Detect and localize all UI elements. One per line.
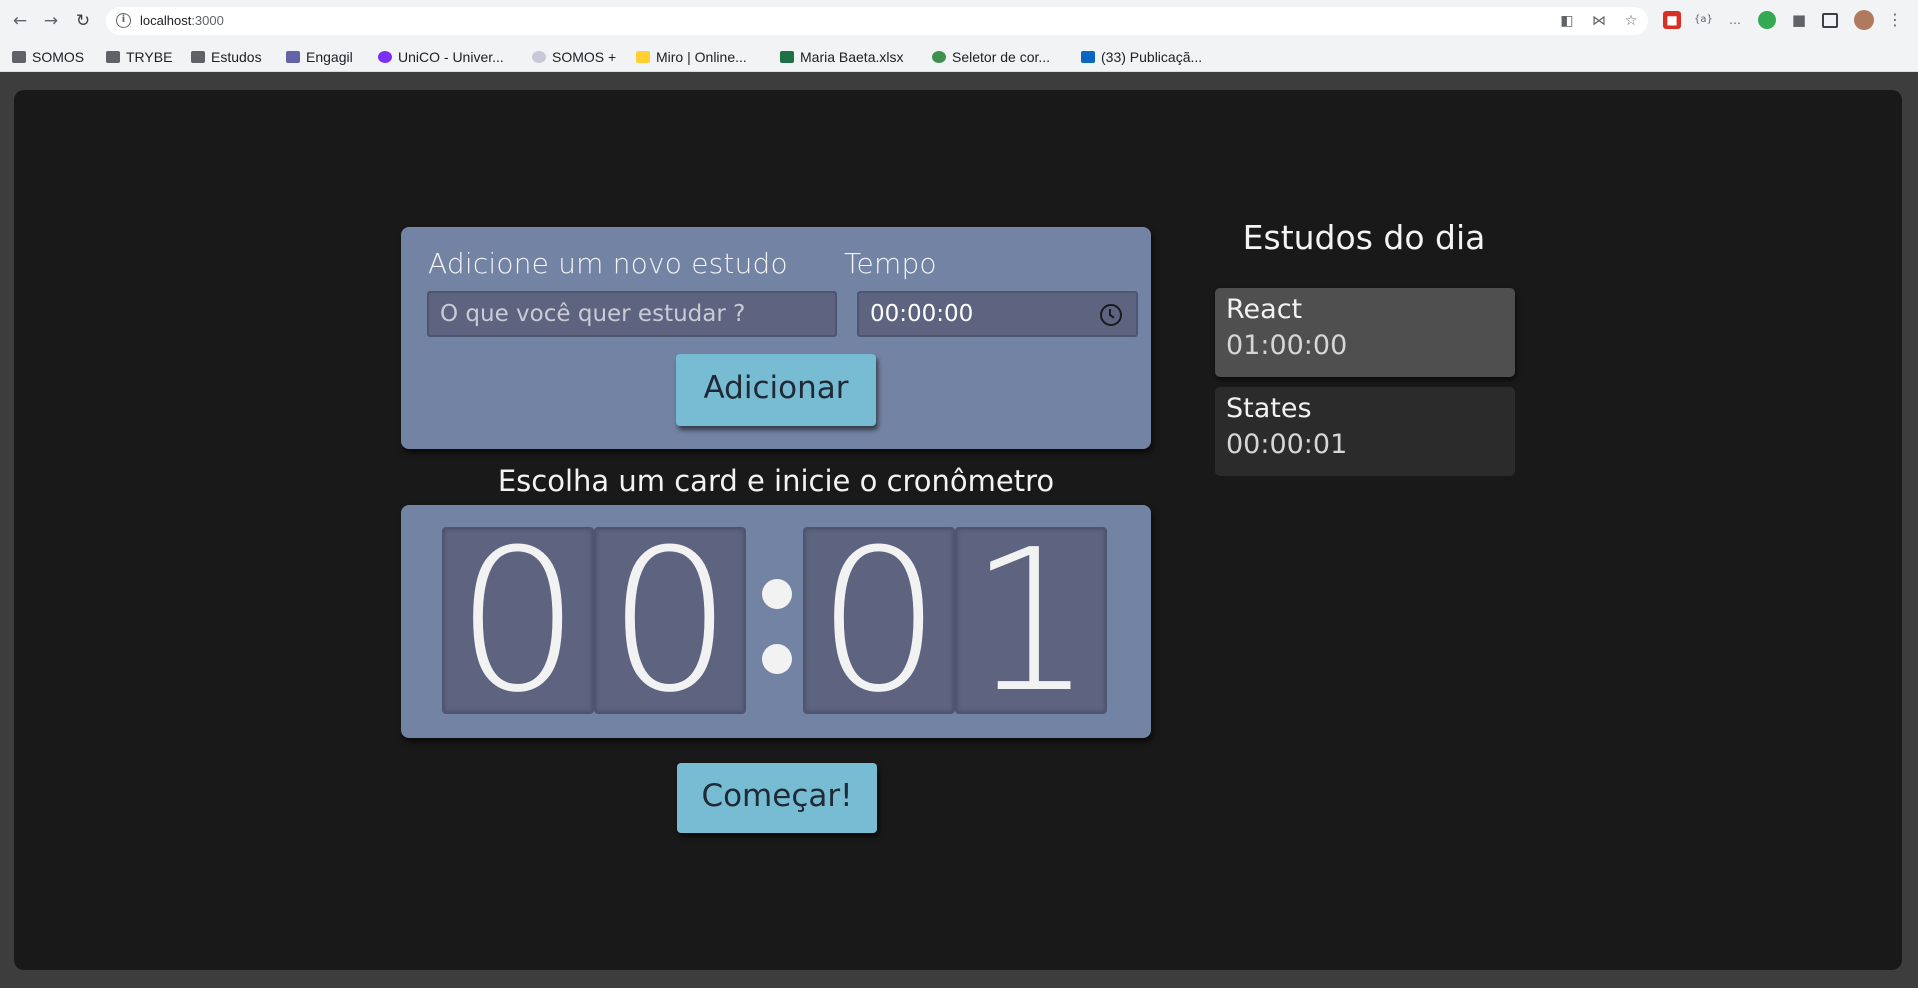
somos-plus-icon: [532, 51, 546, 63]
study-label: Adicione um novo estudo: [428, 247, 788, 280]
unico-icon: [378, 51, 392, 63]
study-time: 01:00:00: [1226, 330, 1348, 361]
bookmark-label: Maria Baeta.xlsx: [800, 49, 904, 65]
study-card[interactable]: React 01:00:00: [1215, 288, 1515, 377]
share-icon[interactable]: ⋈: [1590, 12, 1608, 30]
colon-dot: [762, 579, 792, 609]
linkedin-icon: [1081, 51, 1095, 63]
miro-icon: [636, 51, 650, 63]
extension-frog-icon[interactable]: [1758, 11, 1776, 29]
timer-digit: 0: [594, 527, 746, 714]
url-text[interactable]: localhost:3000: [140, 13, 224, 28]
timer-digit: 0: [803, 527, 955, 714]
bookmark-label: SOMOS +: [552, 49, 617, 65]
bookmark-label: Engagil: [306, 49, 353, 65]
bookmark-label: Seletor de cor...: [952, 49, 1051, 65]
page-viewport: Adicione um novo estudo Tempo O que você…: [0, 73, 1918, 988]
digit-value: 0: [607, 527, 733, 714]
clock-icon[interactable]: [1100, 304, 1122, 326]
bookmark-item[interactable]: SOMOS +: [532, 47, 616, 67]
study-card[interactable]: States 00:00:01: [1215, 387, 1515, 476]
timer-digit: 0: [442, 527, 594, 714]
time-input-value: 00:00:00: [870, 301, 974, 327]
url-host: localhost: [140, 13, 192, 28]
bookmark-item[interactable]: TRYBE: [106, 47, 172, 67]
digit-value: 0: [816, 527, 942, 714]
bookmark-star-icon[interactable]: ☆: [1622, 12, 1640, 30]
bookmark-item[interactable]: Seletor de cor...: [932, 47, 1050, 67]
bookmark-item[interactable]: UniCO - Univer...: [378, 47, 504, 67]
colon-dot: [762, 644, 792, 674]
study-time: 00:00:01: [1226, 429, 1348, 460]
site-info-icon[interactable]: i: [116, 13, 131, 28]
bookmark-item[interactable]: Engagil: [286, 47, 353, 67]
profile-avatar[interactable]: [1854, 10, 1874, 30]
browser-toolbar: ← → ↻ i localhost:3000 ◧ ⋈ ☆ ■ {a} … ■ ⋮: [0, 0, 1918, 42]
bookmark-label: Estudos: [211, 49, 262, 65]
extension-json-icon[interactable]: {a}: [1694, 11, 1713, 29]
back-icon[interactable]: ←: [9, 10, 31, 32]
bookmark-item[interactable]: Miro | Online...: [636, 47, 747, 67]
add-button[interactable]: Adicionar: [676, 354, 876, 426]
folder-icon: [106, 51, 120, 63]
extension-red-icon[interactable]: ■: [1663, 11, 1681, 29]
bookmark-label: UniCO - Univer...: [398, 49, 504, 65]
bookmarks-bar: SOMOS TRYBE Estudos Engagil UniCO - Univ…: [0, 42, 1918, 72]
timer-title: Escolha um card e inicie o cronômetro: [497, 464, 1055, 498]
study-name: States: [1226, 393, 1312, 424]
reload-icon[interactable]: ↻: [72, 10, 94, 32]
bookmark-item[interactable]: SOMOS: [12, 47, 84, 67]
stopwatch: 0 0 0 1: [401, 505, 1151, 738]
folder-icon: [12, 51, 26, 63]
new-study-form: Adicione um novo estudo Tempo O que você…: [401, 227, 1151, 449]
timer-digit: 1: [955, 527, 1107, 714]
digit-value: 1: [968, 527, 1094, 714]
url-port: :3000: [191, 13, 224, 28]
side-panel-icon[interactable]: [1822, 13, 1838, 28]
timer-colon: [753, 527, 799, 714]
extensions-puzzle-icon[interactable]: ■: [1790, 11, 1808, 29]
time-input[interactable]: 00:00:00: [857, 291, 1138, 337]
excel-icon: [780, 51, 794, 63]
menu-kebab-icon[interactable]: ⋮: [1886, 11, 1904, 29]
bookmark-label: (33) Publicaçã...: [1101, 49, 1203, 65]
time-label: Tempo: [844, 247, 937, 280]
bookmark-item[interactable]: Estudos: [191, 47, 262, 67]
extension-loading-icon[interactable]: …: [1726, 11, 1744, 29]
teams-icon: [286, 51, 300, 63]
bookmark-label: Miro | Online...: [656, 49, 747, 65]
address-bar[interactable]: i localhost:3000 ◧ ⋈ ☆: [106, 7, 1648, 35]
folder-icon: [191, 51, 205, 63]
bookmark-item[interactable]: Maria Baeta.xlsx: [780, 47, 903, 67]
translate-icon[interactable]: ◧: [1558, 12, 1576, 30]
forward-icon[interactable]: →: [40, 10, 62, 32]
study-name: React: [1226, 294, 1303, 325]
app-container: Adicione um novo estudo Tempo O que você…: [14, 90, 1902, 970]
digit-value: 0: [455, 527, 581, 714]
bookmark-label: TRYBE: [126, 49, 173, 65]
study-input[interactable]: O que você quer estudar ?: [427, 291, 837, 337]
color-picker-icon: [932, 51, 946, 63]
bookmark-label: SOMOS: [32, 49, 85, 65]
daily-studies-title: Estudos do dia: [1242, 218, 1486, 257]
start-button[interactable]: Começar!: [677, 763, 877, 833]
bookmark-item[interactable]: (33) Publicaçã...: [1081, 47, 1202, 67]
